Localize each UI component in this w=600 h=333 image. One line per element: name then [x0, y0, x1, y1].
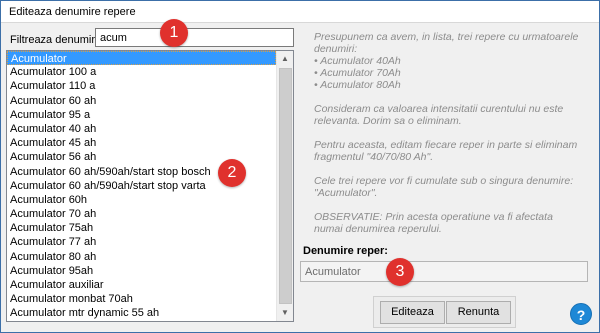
cancel-button[interactable]: Renunta — [446, 301, 511, 324]
scroll-down-icon[interactable]: ▼ — [277, 305, 293, 321]
scroll-up-icon[interactable]: ▲ — [277, 51, 293, 67]
list-item[interactable]: Acumulator 80 ah — [7, 250, 276, 264]
info-para-3: Pentru aceasta, editam fiecare reper in … — [314, 139, 578, 163]
info-example-1: • Acumulator 40Ah — [314, 55, 401, 67]
list-item[interactable]: Acumulator 110 a — [7, 79, 276, 93]
list-item[interactable]: Acumulator 60h — [7, 193, 276, 207]
list-item[interactable]: Acumulator 40 ah — [7, 122, 276, 136]
step-marker-2: 2 — [218, 159, 246, 187]
info-para-5: OBSERVATIE: Prin acesta operatiune va fi… — [314, 211, 553, 235]
info-intro-text: Presupunem ca avem, in lista, trei reper… — [314, 31, 579, 55]
list-item[interactable]: Acumulator 100 a — [7, 65, 276, 79]
info-para-4: Cele trei repere vor fi cumulate sub o s… — [314, 175, 574, 199]
edit-button[interactable]: Editeaza — [380, 301, 445, 324]
info-example-2: • Acumulator 70Ah — [314, 67, 401, 79]
button-group: Editeaza Renunta — [373, 296, 516, 328]
dialog-window: Editeaza denumire repere Filtreaza denum… — [0, 0, 600, 333]
step-marker-1: 1 — [160, 19, 188, 47]
denumire-label: Denumire reper: — [303, 245, 388, 257]
info-examples: • Acumulator 40Ah • Acumulator 70Ah • Ac… — [314, 55, 584, 91]
list-item[interactable]: Acumulator 60 ah — [7, 94, 276, 108]
list-item-selected[interactable]: Acumulator — [7, 51, 276, 66]
filter-label: Filtreaza denumire: — [10, 34, 105, 46]
window-title: Editeaza denumire repere — [1, 1, 599, 23]
list-item[interactable]: Acumulator 45 ah — [7, 136, 276, 150]
list-item[interactable]: Acumulator tab 75 ah — [7, 321, 276, 322]
list-item[interactable]: Acumulator 95ah — [7, 264, 276, 278]
list-item[interactable]: Acumulator 70 ah — [7, 207, 276, 221]
reper-listbox[interactable]: Acumulator Acumulator 100 a Acumulator 110… — [6, 50, 294, 322]
list-item[interactable]: Acumulator auxiliar — [7, 278, 276, 292]
info-example-3: • Acumulator 80Ah — [314, 79, 401, 91]
info-para-2: Consideram ca valoarea intensitatii cure… — [314, 103, 564, 127]
info-panel: Presupunem ca avem, in lista, trei reper… — [314, 31, 584, 247]
list-item[interactable]: Acumulator monbat 70ah — [7, 292, 276, 306]
vertical-scrollbar[interactable]: ▲ ▼ — [276, 51, 293, 321]
help-icon[interactable]: ? — [570, 303, 592, 325]
scroll-thumb[interactable] — [279, 68, 292, 304]
list-item[interactable]: Acumulator mtr dynamic 55 ah — [7, 306, 276, 320]
list-item[interactable]: Acumulator 95 a — [7, 108, 276, 122]
list-item[interactable]: Acumulator 77 ah — [7, 235, 276, 249]
info-intro: Presupunem ca avem, in lista, trei reper… — [314, 31, 584, 91]
filter-input[interactable] — [95, 28, 294, 47]
step-marker-3: 3 — [386, 258, 414, 286]
list-item[interactable]: Acumulator 75ah — [7, 221, 276, 235]
denumire-input[interactable] — [300, 261, 588, 282]
